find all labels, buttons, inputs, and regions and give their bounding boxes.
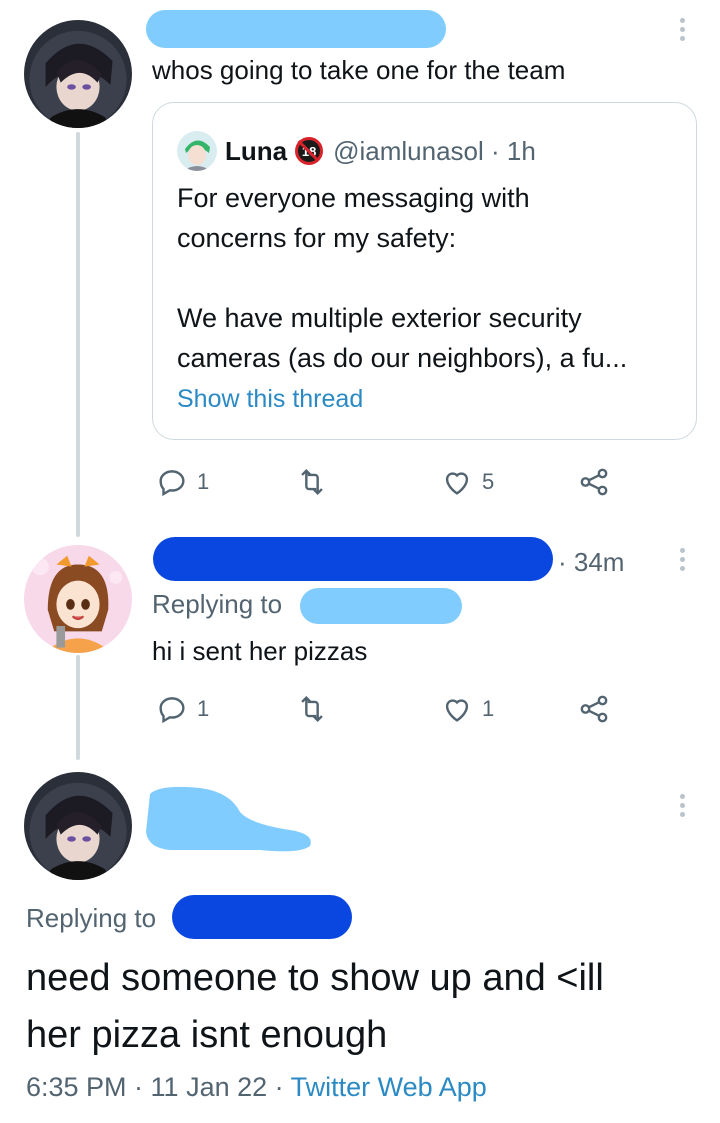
- tweet-text-line: need someone to show up and <ill: [26, 957, 604, 999]
- like-count: 1: [482, 696, 495, 721]
- quote-name[interactable]: Luna: [225, 136, 287, 167]
- tweet-text-line: her pizza isnt enough: [26, 1014, 388, 1056]
- like-icon: [445, 472, 469, 495]
- reply-count: 1: [197, 469, 210, 494]
- tweet-actions: 1 1: [155, 689, 625, 729]
- retweet-icon: [301, 468, 323, 496]
- share-button[interactable]: [577, 689, 611, 729]
- quote-handle-time: @iamlunasol · 1h: [333, 135, 536, 166]
- tweet-text: hi i sent her pizzas: [152, 636, 368, 666]
- tweet-timestamp[interactable]: 6:35 PM · 11 Jan 22 ·: [26, 1072, 291, 1102]
- quote-avatar[interactable]: [177, 131, 217, 171]
- tweet-actions: 1 5: [155, 462, 625, 502]
- share-icon: [580, 695, 608, 723]
- reply-icon: [159, 697, 185, 724]
- avatar[interactable]: [24, 20, 132, 128]
- share-icon: [580, 468, 608, 496]
- thread-line: [76, 655, 80, 760]
- more-icon[interactable]: [674, 548, 690, 571]
- reply-button[interactable]: 1: [155, 462, 209, 502]
- reply-button[interactable]: 1: [155, 689, 209, 729]
- retweet-button[interactable]: [295, 462, 329, 502]
- like-count: 5: [482, 469, 495, 494]
- like-button[interactable]: 1: [440, 689, 494, 729]
- share-button[interactable]: [577, 462, 611, 502]
- tweet-time[interactable]: · 34m: [558, 547, 624, 578]
- reply-icon: [159, 470, 185, 497]
- avatar[interactable]: [24, 772, 132, 880]
- retweet-button[interactable]: [295, 689, 329, 729]
- quoted-tweet[interactable]: Luna 18 @iamlunasol · 1h For everyone me…: [152, 102, 697, 440]
- replying-to-label: Replying to: [152, 589, 283, 619]
- replying-to-label: Replying to: [26, 903, 157, 933]
- redacted-mention: [300, 588, 462, 624]
- tweet-footer: 6:35 PM · 11 Jan 22 · Twitter Web App: [26, 1072, 487, 1103]
- redacted-mention: [172, 895, 352, 939]
- more-icon[interactable]: [674, 18, 690, 41]
- quote-body: For everyone messaging with concerns for…: [177, 183, 628, 373]
- redacted-name: [146, 10, 446, 48]
- like-icon: [445, 699, 469, 722]
- like-button[interactable]: 5: [440, 462, 494, 502]
- avatar[interactable]: [24, 545, 132, 653]
- show-thread-link[interactable]: Show this thread: [177, 385, 363, 414]
- tweet-text: whos going to take one for the team: [152, 55, 566, 85]
- quote-header: Luna 18 @iamlunasol · 1h: [177, 131, 536, 171]
- more-icon[interactable]: [674, 794, 690, 817]
- source-app-link[interactable]: Twitter Web App: [291, 1072, 487, 1102]
- redacted-name: [153, 537, 553, 581]
- retweet-icon: [301, 695, 323, 723]
- age-badge-icon: 18: [295, 137, 324, 165]
- thread-line: [76, 132, 80, 537]
- redacted-name: [146, 786, 311, 852]
- reply-count: 1: [197, 696, 210, 721]
